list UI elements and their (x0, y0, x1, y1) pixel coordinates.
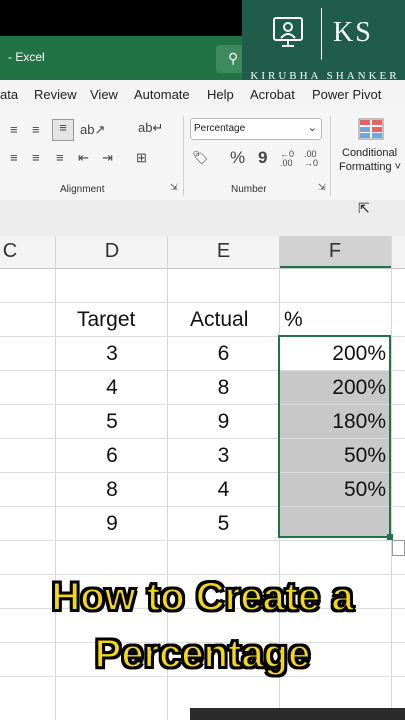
merge-center-icon[interactable]: ⊞ (136, 150, 147, 166)
conditional-formatting-icon[interactable] (358, 118, 384, 140)
cell-actual[interactable]: 5 (168, 507, 279, 541)
cell-actual[interactable]: 6 (168, 337, 279, 371)
cell-actual[interactable]: 9 (168, 405, 279, 439)
alignment-group-label: Alignment (60, 184, 105, 195)
tab-power-pivot[interactable]: Power Pivot (312, 87, 381, 102)
window-title: - Excel (8, 50, 45, 64)
bottom-bar (190, 708, 405, 720)
percent-style-button[interactable]: % (230, 148, 245, 168)
cell-target[interactable]: 8 (56, 473, 168, 507)
tab-data[interactable]: ata (0, 87, 18, 102)
align-center-icon[interactable]: ≡ (32, 150, 40, 165)
search-icon: ⚲ (228, 50, 239, 66)
column-header-f[interactable]: F (279, 240, 391, 263)
increase-indent-icon[interactable]: ⇥ (102, 150, 113, 166)
align-top-icon[interactable]: ≡ (10, 122, 18, 137)
align-left-icon[interactable]: ≡ (10, 150, 18, 165)
presenter-icon (273, 17, 303, 47)
number-launcher-icon[interactable]: ⇲ (318, 182, 326, 193)
tab-automate[interactable]: Automate (134, 87, 190, 102)
align-bottom-icon[interactable]: ≡ (52, 119, 74, 141)
formula-area (0, 200, 405, 237)
tab-acrobat[interactable]: Acrobat (250, 87, 295, 102)
cell-actual[interactable]: 3 (168, 439, 279, 473)
cell-target[interactable]: 5 (56, 405, 168, 439)
quick-analysis-icon[interactable] (392, 540, 405, 556)
orientation-icon[interactable]: ab↗ (80, 122, 105, 138)
cell-percent-header[interactable]: % (284, 303, 303, 337)
cell-target[interactable]: 3 (56, 337, 168, 371)
align-middle-icon[interactable]: ≡ (32, 122, 40, 137)
wrap-text-icon[interactable]: ab↵ (138, 120, 163, 136)
cell-actual[interactable]: 4 (168, 473, 279, 507)
increase-decimal-button[interactable]: ←0 .00 (280, 150, 300, 168)
logo-divider (321, 8, 322, 60)
align-right-icon[interactable]: ≡ (56, 150, 64, 165)
conditional-formatting-label-2[interactable]: Formatting ˅ (339, 161, 401, 173)
decrease-indent-icon[interactable]: ⇤ (78, 150, 89, 166)
cell-actual-header[interactable]: Actual (190, 303, 248, 337)
accounting-format-icon[interactable]: 🏷 (192, 150, 209, 166)
tab-help[interactable]: Help (207, 87, 234, 102)
ribbon-separator (330, 116, 331, 196)
alignment-launcher-icon[interactable]: ⇲ (170, 182, 178, 193)
caption-line-1: How to Create a (50, 574, 354, 620)
comma-style-button[interactable]: 9 (258, 148, 267, 168)
caption-line-2: Percentage (94, 631, 312, 677)
number-format-dropdown[interactable]: Percentage ⌄ (190, 118, 322, 140)
column-header-c[interactable]: C (0, 240, 20, 263)
number-group-label: Number (231, 184, 267, 195)
conditional-formatting-label-1[interactable]: Conditional (342, 147, 397, 159)
tab-view[interactable]: View (90, 87, 118, 102)
tab-review[interactable]: Review (34, 87, 77, 102)
mouse-cursor-icon: ⇱ (358, 200, 370, 216)
cell-target[interactable]: 6 (56, 439, 168, 473)
column-header-e[interactable]: E (168, 240, 279, 263)
cell-target[interactable]: 9 (56, 507, 168, 541)
cell-target-header[interactable]: Target (77, 303, 135, 337)
logo-initials: KS (333, 17, 373, 48)
number-format-value: Percentage (194, 123, 246, 134)
cell-target[interactable]: 4 (56, 371, 168, 405)
decrease-decimal-button[interactable]: .00 →0 (304, 150, 324, 168)
ribbon-separator (183, 116, 184, 196)
selection-border (278, 335, 391, 538)
chevron-down-icon: ⌄ (307, 122, 317, 134)
cell-actual[interactable]: 8 (168, 371, 279, 405)
column-header-d[interactable]: D (56, 240, 168, 263)
